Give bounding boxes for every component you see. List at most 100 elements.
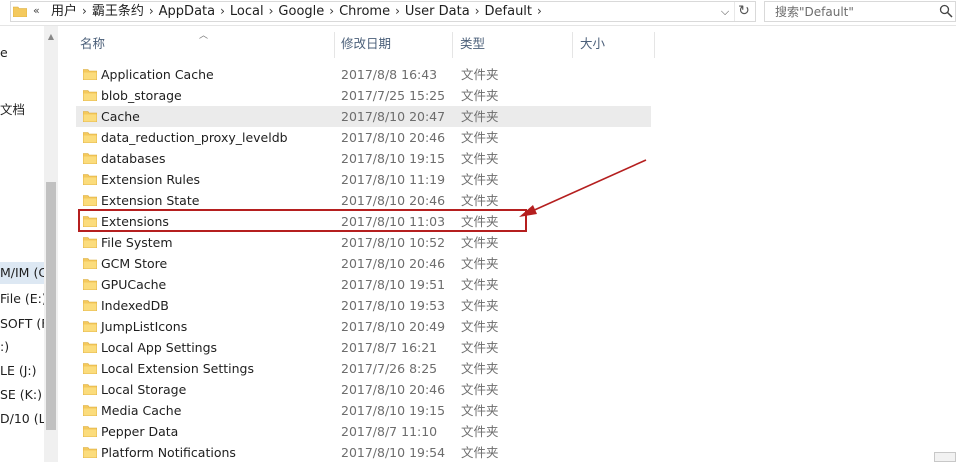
- file-date-modified: 2017/8/10 19:51: [341, 277, 446, 292]
- column-header-date-modified[interactable]: 修改日期: [341, 30, 391, 58]
- file-row[interactable]: Local App Settings 2017/8/7 16:21 文件夹: [76, 337, 656, 358]
- status-corner: [934, 452, 956, 462]
- nav-item-drive-c[interactable]: M/IM (C:: [0, 262, 51, 284]
- column-divider[interactable]: [572, 32, 573, 58]
- file-row[interactable]: Cache 2017/8/10 20:47 文件夹: [76, 106, 651, 127]
- folder-icon: [13, 6, 27, 17]
- chevron-right-icon[interactable]: ›: [394, 2, 401, 21]
- file-name: GCM Store: [101, 256, 168, 271]
- nav-item-drive-j[interactable]: LE (J:): [0, 363, 37, 378]
- file-row[interactable]: GCM Store 2017/8/10 20:46 文件夹: [76, 253, 656, 274]
- column-divider[interactable]: [334, 32, 335, 58]
- folder-icon: [83, 195, 97, 206]
- file-date-modified: 2017/7/26 8:25: [341, 361, 438, 376]
- chevron-right-icon[interactable]: ›: [268, 2, 275, 21]
- breadcrumb-item-local[interactable]: Local: [226, 2, 268, 21]
- folder-icon: [83, 300, 97, 311]
- chevron-right-icon[interactable]: ›: [536, 2, 543, 21]
- file-type: 文件夹: [461, 193, 499, 208]
- column-divider[interactable]: [654, 32, 655, 58]
- file-row[interactable]: IndexedDB 2017/8/10 19:53 文件夹: [76, 295, 656, 316]
- nav-item-drive[interactable]: :): [0, 339, 9, 354]
- file-name: Local Storage: [101, 382, 187, 397]
- file-name: GPUCache: [101, 277, 167, 292]
- chevron-right-icon[interactable]: ›: [81, 2, 88, 21]
- column-divider[interactable]: [452, 32, 453, 58]
- file-row[interactable]: databases 2017/8/10 19:15 文件夹: [76, 148, 656, 169]
- nav-item-drive-e[interactable]: File (E:): [0, 291, 47, 306]
- file-type: 文件夹: [461, 67, 499, 82]
- file-date-modified: 2017/8/10 20:46: [341, 130, 446, 145]
- breadcrumb-item-chrome[interactable]: Chrome: [335, 2, 394, 21]
- refresh-icon[interactable]: ↻: [734, 2, 753, 21]
- file-type: 文件夹: [461, 403, 499, 418]
- breadcrumb-item-appdata[interactable]: AppData: [155, 2, 219, 21]
- search-icon[interactable]: [939, 4, 953, 18]
- scroll-up-icon[interactable]: ▲: [44, 32, 58, 41]
- column-header-name[interactable]: 名称: [80, 30, 105, 58]
- breadcrumb-overflow-icon[interactable]: «: [33, 4, 40, 17]
- search-box[interactable]: 搜索"Default": [764, 1, 956, 22]
- nav-item-documents[interactable]: 文档: [0, 99, 25, 118]
- file-name: File System: [101, 235, 173, 250]
- folder-icon: [83, 342, 97, 353]
- file-row[interactable]: File System 2017/8/10 10:52 文件夹: [76, 232, 656, 253]
- nav-item-drive-k[interactable]: SE (K:): [0, 387, 42, 402]
- breadcrumb: 用户 › 霸王条约 › AppData › Local › Google › C…: [47, 2, 543, 21]
- file-row[interactable]: Extension State 2017/8/10 20:46 文件夹: [76, 190, 656, 211]
- file-row[interactable]: Media Cache 2017/8/10 19:15 文件夹: [76, 400, 656, 421]
- nav-scrollbar-thumb[interactable]: [46, 182, 56, 430]
- file-name: databases: [101, 151, 166, 166]
- file-date-modified: 2017/8/7 16:21: [341, 340, 438, 355]
- file-name: IndexedDB: [101, 298, 169, 313]
- file-row[interactable]: Application Cache 2017/8/8 16:43 文件夹: [76, 64, 656, 85]
- file-name: Local App Settings: [101, 340, 218, 355]
- file-row[interactable]: GPUCache 2017/8/10 19:51 文件夹: [76, 274, 656, 295]
- file-row[interactable]: Platform Notifications 2017/8/10 19:54 文件夹: [76, 442, 656, 463]
- file-row[interactable]: Pepper Data 2017/8/7 11:10 文件夹: [76, 421, 656, 442]
- file-row[interactable]: blob_storage 2017/7/25 15:25 文件夹: [76, 85, 656, 106]
- folder-icon: [83, 426, 97, 437]
- breadcrumb-item-google[interactable]: Google: [274, 2, 328, 21]
- chevron-right-icon[interactable]: ›: [328, 2, 335, 21]
- folder-icon: [83, 69, 97, 80]
- file-date-modified: 2017/8/10 19:15: [341, 403, 446, 418]
- column-header-type[interactable]: 类型: [460, 30, 485, 58]
- file-type: 文件夹: [461, 298, 499, 313]
- nav-item-drive-l[interactable]: D/10 (L: [0, 411, 46, 426]
- chevron-right-icon[interactable]: ›: [474, 2, 481, 21]
- file-type: 文件夹: [461, 256, 499, 271]
- file-name: Media Cache: [101, 403, 182, 418]
- file-name: Extension Rules: [101, 172, 201, 187]
- file-row[interactable]: Extension Rules 2017/8/10 11:19 文件夹: [76, 169, 656, 190]
- file-type: 文件夹: [461, 88, 499, 103]
- breadcrumb-item-default[interactable]: Default: [481, 2, 537, 21]
- file-date-modified: 2017/8/10 20:49: [341, 319, 446, 334]
- folder-icon: [83, 321, 97, 332]
- folder-icon: [83, 174, 97, 185]
- nav-item[interactable]: e: [0, 45, 8, 60]
- folder-icon: [83, 258, 97, 269]
- file-row[interactable]: Local Storage 2017/8/10 20:46 文件夹: [76, 379, 656, 400]
- chevron-right-icon[interactable]: ›: [148, 2, 155, 21]
- folder-icon: [83, 90, 97, 101]
- address-bar[interactable]: « 用户 › 霸王条约 › AppData › Local › Google ›…: [10, 1, 756, 22]
- folder-icon: [83, 132, 97, 143]
- breadcrumb-item-users[interactable]: 用户: [47, 2, 81, 21]
- nav-item-drive-f[interactable]: SOFT (F: [0, 316, 48, 331]
- file-date-modified: 2017/8/10 19:15: [341, 151, 446, 166]
- file-date-modified: 2017/8/10 11:19: [341, 172, 446, 187]
- column-header-size[interactable]: 大小: [580, 30, 605, 58]
- address-history-dropdown-icon[interactable]: ⌵: [717, 3, 733, 20]
- file-type: 文件夹: [461, 424, 499, 439]
- nav-scrollbar[interactable]: ▲: [44, 26, 58, 462]
- file-row[interactable]: data_reduction_proxy_leveldb 2017/8/10 20…: [76, 127, 656, 148]
- chevron-right-icon[interactable]: ›: [219, 2, 226, 21]
- file-date-modified: 2017/8/10 20:47: [341, 109, 446, 124]
- file-row[interactable]: Local Extension Settings 2017/7/26 8:25 文件…: [76, 358, 656, 379]
- file-name: Platform Notifications: [101, 445, 236, 460]
- search-placeholder: 搜索"Default": [775, 5, 854, 19]
- breadcrumb-item-user[interactable]: 霸王条约: [88, 2, 148, 21]
- file-row[interactable]: JumpListIcons 2017/8/10 20:49 文件夹: [76, 316, 656, 337]
- breadcrumb-item-user-data[interactable]: User Data: [401, 2, 474, 21]
